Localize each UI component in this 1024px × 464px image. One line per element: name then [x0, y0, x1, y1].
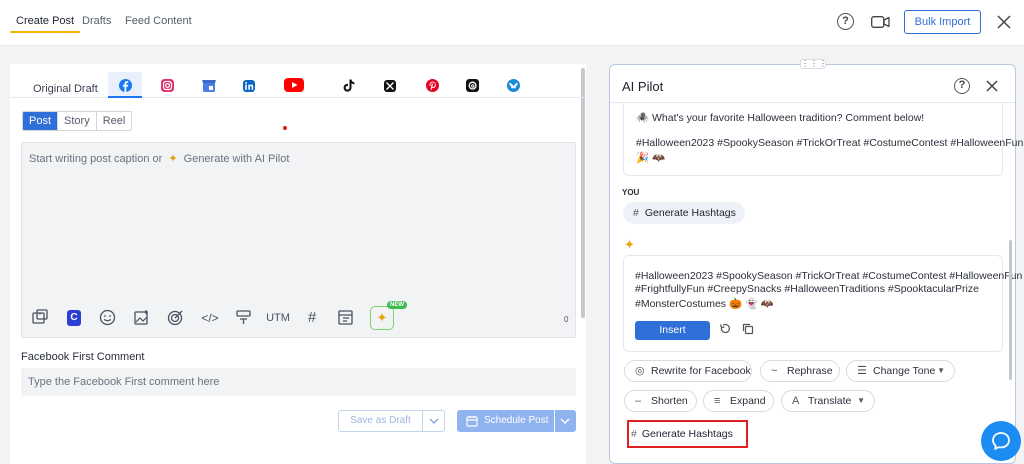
- response-text: #FrightfullyFun #CreepySnacks #Halloween…: [635, 283, 979, 295]
- change-tone-button[interactable]: ☰ Change Tone ▼: [846, 360, 955, 382]
- user-prompt-chip: # Generate Hashtags: [623, 202, 745, 224]
- hashtag-icon[interactable]: #: [303, 309, 321, 327]
- video-icon[interactable]: [871, 16, 890, 28]
- threads-icon[interactable]: [466, 79, 479, 92]
- schedule-options-button[interactable]: [555, 410, 576, 432]
- help-icon[interactable]: ?: [954, 78, 970, 94]
- channel-tabs: Original Draft: [10, 64, 586, 98]
- expand-button[interactable]: ≡ Expand: [703, 390, 774, 412]
- character-count: 0: [564, 315, 569, 324]
- tab-feed-content[interactable]: Feed Content: [125, 15, 192, 27]
- first-comment-input[interactable]: [21, 368, 576, 396]
- support-chat-button[interactable]: [981, 421, 1021, 461]
- tab-post[interactable]: Post: [23, 112, 59, 130]
- google-business-icon[interactable]: [202, 78, 216, 93]
- generate-with-ai-link[interactable]: Generate with AI Pilot: [184, 153, 290, 165]
- tab-create-post[interactable]: Create Post: [9, 15, 81, 33]
- schedule-post-button[interactable]: Schedule Post: [457, 410, 554, 432]
- chevron-down-icon: ▼: [857, 396, 865, 405]
- generate-hashtags-button[interactable]: # Generate Hashtags: [631, 424, 733, 444]
- save-as-draft-button[interactable]: Save as Draft: [338, 410, 423, 432]
- close-icon[interactable]: [997, 15, 1011, 29]
- rephrase-icon: ~: [771, 365, 778, 377]
- sparkle-icon: ✦: [376, 310, 388, 325]
- sparkle-icon: ✦: [168, 153, 178, 165]
- tab-original-draft[interactable]: Original Draft: [33, 83, 98, 95]
- you-label: YOU: [622, 188, 640, 197]
- composer-scrollbar[interactable]: [581, 68, 585, 318]
- close-icon[interactable]: [986, 80, 998, 92]
- target-icon[interactable]: [167, 309, 184, 326]
- utm-button[interactable]: UTM: [266, 309, 290, 327]
- ai-pilot-button[interactable]: ✦: [370, 306, 394, 330]
- chevron-down-icon: [429, 418, 439, 424]
- translate-button[interactable]: A Translate ▼: [781, 390, 875, 412]
- caption-placeholder: Start writing post caption or ✦ Generate…: [29, 153, 290, 165]
- tab-story[interactable]: Story: [58, 112, 97, 130]
- first-comment-label: Facebook First Comment: [21, 351, 145, 363]
- help-icon[interactable]: ?: [837, 13, 854, 30]
- sparkle-icon: ✦: [624, 237, 635, 252]
- hashtag-icon: #: [631, 428, 637, 440]
- tab-reel[interactable]: Reel: [96, 112, 132, 130]
- new-badge: NEW: [387, 301, 407, 309]
- shorten-button[interactable]: – Shorten: [624, 390, 697, 412]
- translate-icon: A: [792, 395, 800, 407]
- regenerate-icon[interactable]: [719, 323, 731, 335]
- x-icon[interactable]: [384, 80, 396, 92]
- media-library-icon[interactable]: [31, 308, 49, 326]
- message-text: 🎉 🦇: [636, 152, 666, 164]
- drag-handle-icon[interactable]: ⋮⋮⋮: [800, 59, 827, 69]
- ai-pilot-title: AI Pilot: [622, 79, 664, 94]
- facebook-icon[interactable]: [119, 79, 132, 92]
- response-text: #MonsterCostumes 🎃 👻 🦇: [635, 298, 775, 310]
- expand-icon: ≡: [714, 395, 721, 407]
- canva-icon[interactable]: C: [67, 310, 81, 326]
- youtube-icon[interactable]: [284, 78, 304, 92]
- hashtag-icon: #: [633, 207, 639, 219]
- caption-editor[interactable]: Start writing post caption or ✦ Generate…: [21, 142, 576, 338]
- pinterest-icon[interactable]: [426, 79, 439, 92]
- image-upload-icon[interactable]: [133, 309, 150, 326]
- ai-panel-scrollbar[interactable]: [1009, 240, 1012, 380]
- rephrase-button[interactable]: ~ Rephrase: [760, 360, 840, 382]
- chevron-down-icon: ▼: [937, 366, 945, 375]
- linkedin-icon[interactable]: [243, 80, 255, 92]
- rewrite-for-facebook-button[interactable]: ◎ Rewrite for Facebook: [624, 360, 752, 382]
- chevron-down-icon: [560, 418, 570, 425]
- tab-drafts[interactable]: Drafts: [82, 15, 111, 27]
- calendar-icon: [466, 416, 478, 427]
- bluesky-icon[interactable]: [507, 79, 520, 92]
- message-text: #Halloween2023 #SpookySeason #TrickOrTre…: [636, 137, 1024, 149]
- marker-dot: [283, 126, 287, 130]
- shorten-icon: –: [635, 395, 642, 407]
- message-text: 🕷️ What's your favorite Halloween tradit…: [636, 112, 925, 124]
- post-type-tabs: Post Story Reel: [22, 111, 133, 131]
- insert-button[interactable]: Insert: [635, 321, 710, 340]
- instagram-icon[interactable]: [161, 79, 174, 92]
- tiktok-icon[interactable]: [343, 79, 355, 92]
- code-icon[interactable]: </>: [201, 309, 219, 327]
- draft-options-button[interactable]: [422, 410, 445, 432]
- bulk-import-button[interactable]: Bulk Import: [904, 10, 981, 34]
- emoji-icon[interactable]: [99, 309, 116, 326]
- top-bar: Create Post Drafts Feed Content ? Bulk I…: [0, 0, 1024, 46]
- signature-icon[interactable]: [235, 309, 252, 326]
- sliders-icon: ☰: [857, 365, 867, 377]
- template-icon[interactable]: [337, 309, 354, 326]
- chat-icon: [992, 432, 1010, 450]
- target-icon: ◎: [635, 365, 645, 377]
- copy-icon[interactable]: [742, 323, 754, 335]
- response-text: #Halloween2023 #SpookySeason #TrickOrTre…: [635, 270, 1023, 282]
